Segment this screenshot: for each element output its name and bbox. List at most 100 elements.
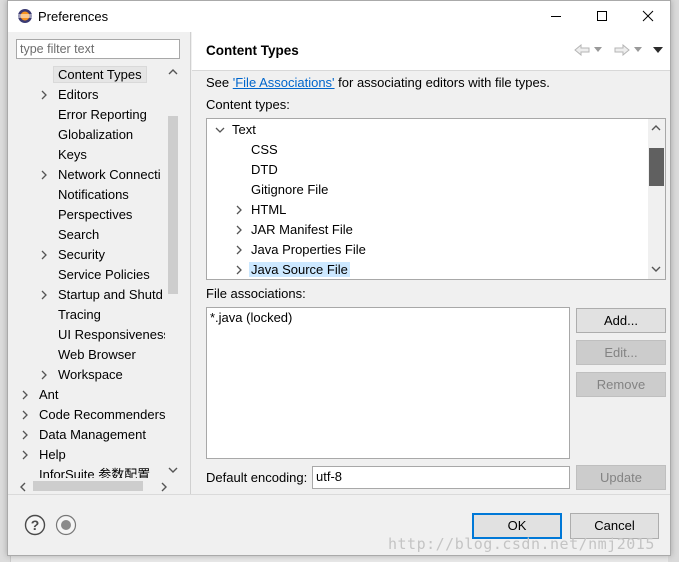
tree-item[interactable]: Startup and Shutd <box>41 285 163 305</box>
expand-chevron-icon[interactable] <box>39 250 49 260</box>
expand-chevron-icon[interactable] <box>234 245 244 255</box>
ct-scroll-thumb[interactable] <box>649 148 664 186</box>
edit-button[interactable]: Edit... <box>576 340 666 365</box>
remove-button[interactable]: Remove <box>576 372 666 397</box>
expand-chevron-icon[interactable] <box>39 90 49 100</box>
record-macro-icon[interactable] <box>55 514 77 536</box>
ct-scroll-down-icon[interactable] <box>651 265 661 273</box>
tree-item-label: Content Types <box>53 66 147 83</box>
expand-chevron-icon[interactable] <box>20 430 30 440</box>
close-button[interactable] <box>625 1 671 32</box>
tree-item[interactable]: Editors <box>41 85 98 105</box>
tree-item[interactable]: Content Types <box>53 65 147 85</box>
tree-item[interactable]: Network Connecti <box>41 165 161 185</box>
title-bar: Preferences <box>8 1 670 32</box>
tree-item[interactable]: Help <box>22 445 66 465</box>
content-type-item[interactable]: Java Properties File <box>236 240 366 260</box>
tree-item-label: Web Browser <box>58 347 136 362</box>
content-type-label: Java Source File <box>249 262 350 277</box>
tree-scroll-thumb[interactable] <box>168 116 178 294</box>
file-associations-label: File associations: <box>206 286 306 301</box>
file-association-item[interactable]: *.java (locked) <box>210 310 292 325</box>
content-type-item[interactable]: JAR Manifest File <box>236 220 353 240</box>
see-file-associations-text: See 'File Associations' for associating … <box>206 75 550 90</box>
expand-chevron-icon[interactable] <box>20 410 30 420</box>
add-button[interactable]: Add... <box>576 308 666 333</box>
watermark-url: http://blog.csdn.net/nmj2015 <box>388 535 655 553</box>
svg-text:?: ? <box>31 517 40 533</box>
tree-item-label: Network Connecti <box>58 167 161 182</box>
maximize-icon <box>597 11 607 21</box>
minimize-button[interactable] <box>533 1 579 32</box>
scroll-down-icon[interactable] <box>168 466 178 474</box>
tree-item[interactable]: UI Responsiveness <box>58 325 170 345</box>
file-associations-link[interactable]: 'File Associations' <box>233 75 335 90</box>
content-type-label: HTML <box>251 202 287 217</box>
content-type-item[interactable]: DTD <box>251 160 278 180</box>
tree-horizontal-scrollbar[interactable] <box>16 478 182 495</box>
filter-input[interactable]: type filter text <box>16 39 180 59</box>
tree-item-label: UI Responsiveness <box>58 327 170 342</box>
tree-item[interactable]: Service Policies <box>58 265 150 285</box>
tree-item-label: Security <box>58 247 105 262</box>
forward-menu-icon[interactable] <box>634 47 642 53</box>
expand-chevron-icon[interactable] <box>39 170 49 180</box>
tree-item[interactable]: Security <box>41 245 105 265</box>
tree-hscroll-thumb[interactable] <box>33 481 143 491</box>
panel-divider[interactable] <box>190 32 191 494</box>
scroll-left-icon[interactable] <box>19 482 27 492</box>
tree-vertical-scrollbar[interactable] <box>165 64 181 478</box>
content-type-label: Text <box>232 122 256 137</box>
expand-chevron-icon[interactable] <box>20 450 30 460</box>
view-menu-icon[interactable] <box>653 47 663 54</box>
default-encoding-input[interactable]: utf-8 <box>312 466 570 489</box>
expand-chevron-icon[interactable] <box>39 290 49 300</box>
expand-chevron-icon[interactable] <box>39 370 49 380</box>
update-button[interactable]: Update <box>576 465 666 490</box>
content-type-item[interactable]: CSS <box>251 140 278 160</box>
tree-item[interactable]: Tracing <box>58 305 101 325</box>
ct-scroll-up-icon[interactable] <box>651 124 661 132</box>
forward-arrow-icon[interactable] <box>614 44 630 56</box>
tree-item[interactable]: Web Browser <box>58 345 136 365</box>
tree-item[interactable]: Workspace <box>41 365 123 385</box>
file-associations-list[interactable]: *.java (locked) <box>206 307 570 459</box>
content-type-label: CSS <box>251 142 278 157</box>
content-type-item[interactable]: Text <box>215 120 256 140</box>
tree-item[interactable]: Error Reporting <box>58 105 147 125</box>
tree-item[interactable]: Data Management <box>22 425 146 445</box>
tree-item[interactable]: Keys <box>58 145 87 165</box>
tree-item[interactable]: Search <box>58 225 99 245</box>
expand-chevron-icon[interactable] <box>234 225 244 235</box>
expand-chevron-icon[interactable] <box>20 390 30 400</box>
content-type-item[interactable]: HTML <box>236 200 287 220</box>
tree-item[interactable]: InforSuite 参数配置 <box>39 465 150 478</box>
tree-item-label: Data Management <box>39 427 146 442</box>
tree-item[interactable]: Perspectives <box>58 205 132 225</box>
content-type-label: Gitignore File <box>251 182 329 197</box>
content-type-item[interactable]: Java Source File <box>236 260 350 279</box>
content-types-label: Content types: <box>206 97 290 112</box>
tree-item-label: Startup and Shutd <box>58 287 163 302</box>
content-types-page: Content Types See 'File Associations' fo… <box>192 32 670 494</box>
see-prefix: See <box>206 75 233 90</box>
content-type-item[interactable]: Gitignore File <box>251 180 328 200</box>
expand-chevron-icon[interactable] <box>234 265 244 275</box>
tree-item[interactable]: Notifications <box>58 185 129 205</box>
tree-item-label: Globalization <box>58 127 134 142</box>
collapse-chevron-icon[interactable] <box>215 125 225 135</box>
back-arrow-icon[interactable] <box>574 44 590 56</box>
expand-chevron-icon[interactable] <box>234 205 244 215</box>
scroll-right-icon[interactable] <box>160 482 168 492</box>
preference-tree[interactable]: Content Types Editors Error Reporting Globa… <box>16 64 182 478</box>
tree-item-label: Keys <box>58 147 87 162</box>
back-menu-icon[interactable] <box>594 47 602 53</box>
scroll-up-icon[interactable] <box>168 68 178 76</box>
content-types-scrollbar[interactable] <box>648 119 665 279</box>
maximize-button[interactable] <box>579 1 625 32</box>
tree-item[interactable]: Code Recommenders <box>22 405 165 425</box>
content-types-tree[interactable]: Text CSS DTD Gitignore File HTML JAR Manifest… <box>206 118 666 280</box>
help-icon[interactable]: ? <box>24 514 46 536</box>
tree-item[interactable]: Ant <box>22 385 59 405</box>
tree-item[interactable]: Globalization <box>58 125 133 145</box>
